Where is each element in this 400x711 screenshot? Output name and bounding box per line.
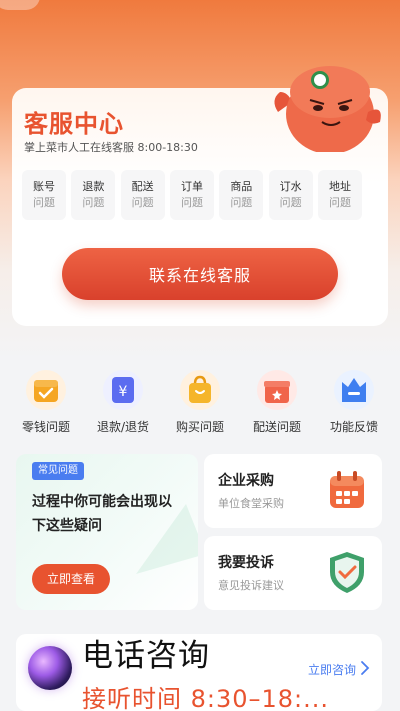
category-label: 退款: [82, 180, 105, 193]
quick-label: 功能反馈: [329, 420, 378, 434]
complaint-title: 我要投诉: [218, 555, 274, 571]
procurement-title: 企业采购: [218, 473, 274, 489]
category-sub: 问题: [33, 196, 55, 209]
faq-badge: 常见问题: [32, 462, 84, 480]
gift-box-icon: [257, 370, 297, 410]
quick-feedback[interactable]: 功能反馈: [316, 368, 392, 438]
enterprise-procurement-card[interactable]: 企业采购 单位食堂采购: [204, 454, 382, 528]
category-sub: 问题: [279, 196, 302, 209]
category-sub: 问题: [82, 196, 105, 209]
category-sub: 问题: [328, 196, 351, 209]
category-water[interactable]: 订水 问题: [268, 170, 313, 220]
quick-label: 退款/退货: [96, 420, 150, 434]
shield-check-icon: [330, 552, 364, 593]
calendar-icon: [330, 471, 364, 508]
quick-delivery-issue[interactable]: 配送问题: [239, 368, 315, 438]
category-address[interactable]: 地址 问题: [317, 170, 362, 220]
category-label: 地址: [328, 180, 351, 193]
procurement-sub: 单位食堂采购: [218, 497, 284, 510]
phone-consult-title: 电话咨询: [82, 638, 210, 674]
contact-online-service-button[interactable]: 联系在线客服: [62, 248, 338, 300]
quick-actions: 零钱问题 ¥ 退款/退货 购买问题 配送问题 功能反馈: [8, 368, 392, 438]
quick-label: 购买问题: [175, 420, 224, 434]
category-order[interactable]: 订单 问题: [169, 170, 214, 220]
category-label: 订单: [180, 180, 203, 193]
quick-refund-return[interactable]: ¥ 退款/退货: [85, 368, 161, 438]
category-refund[interactable]: 退款 问题: [71, 170, 116, 220]
quick-purchase-issue[interactable]: 购买问题: [162, 368, 238, 438]
consult-now-link[interactable]: 立即咨询: [308, 661, 356, 678]
mascot-icon: [274, 66, 381, 152]
refund-yen-icon: ¥: [103, 370, 143, 410]
faq-card[interactable]: 常见问题 过程中你可能会出现以下这些疑问 立即查看: [16, 454, 198, 610]
complaint-sub: 意见投诉建议: [218, 579, 284, 592]
category-grid: 账号 问题 退款 问题 配送 问题 订单 问题 商品 问题 订水 问题 地址 问…: [22, 170, 362, 220]
category-product[interactable]: 商品 问题: [219, 170, 264, 220]
category-label: 订水: [279, 180, 302, 193]
category-sub: 问题: [230, 196, 253, 209]
service-hours: 掌上菜市人工在线客服 8:00-18:30: [24, 141, 198, 154]
quick-label: 零钱问题: [21, 420, 70, 434]
svg-text:¥: ¥: [119, 384, 128, 400]
crown-feedback-icon: [334, 370, 374, 410]
shopping-bag-icon: [180, 370, 220, 410]
category-sub: 问题: [131, 196, 154, 209]
category-label: 账号: [33, 180, 55, 193]
chevron-right-icon: [361, 661, 370, 675]
category-delivery[interactable]: 配送 问题: [120, 170, 165, 220]
category-label: 配送: [131, 180, 154, 193]
category-account[interactable]: 账号 问题: [22, 170, 66, 220]
category-label: 商品: [230, 180, 253, 193]
quick-label: 配送问题: [252, 420, 301, 434]
assistant-orb-icon: [28, 646, 72, 690]
service-title: 客服中心: [24, 110, 124, 138]
quick-change-issue[interactable]: 零钱问题: [8, 368, 84, 438]
category-sub: 问题: [180, 196, 203, 209]
phone-hours: 接听时间 8:30–18:...: [82, 685, 330, 711]
wallet-icon: [26, 370, 66, 410]
complaint-card[interactable]: 我要投诉 意见投诉建议: [204, 536, 382, 610]
view-now-button[interactable]: 立即查看: [32, 564, 110, 594]
faq-text: 过程中你可能会出现以下这些疑问: [32, 494, 172, 534]
